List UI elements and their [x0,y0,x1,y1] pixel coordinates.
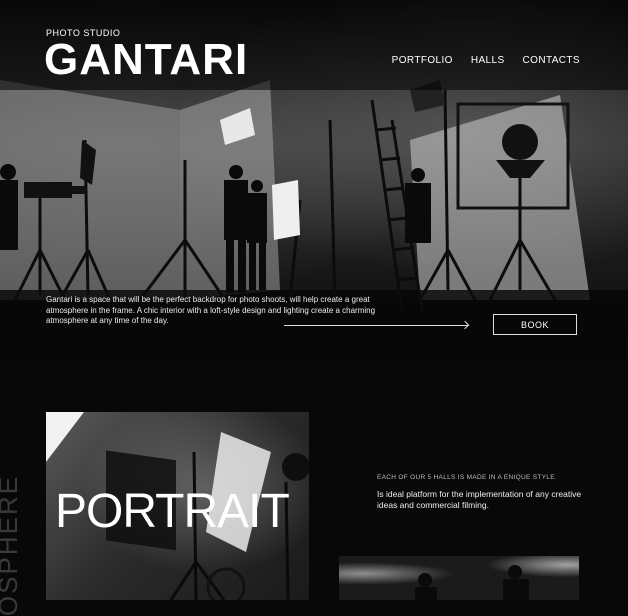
hero-photo: PHOTO STUDIO GANTARI PORTFOLIO HALLS CON… [0,0,628,362]
hall-preview-illustration [415,565,529,600]
nav-item-portfolio[interactable]: PORTFOLIO [392,55,453,66]
book-button[interactable]: BOOK [493,314,577,335]
hero-intro-text: Gantari is a space that will be the perf… [46,295,376,325]
vertical-side-text: OSPHERE [0,474,24,616]
main-nav: PORTFOLIO HALLS CONTACTS [392,55,580,66]
arrow-line-decor [284,325,468,326]
hall-preview-photo[interactable] [339,556,579,600]
portrait-hall-title: PORTRAIT [55,485,290,538]
nav-item-halls[interactable]: HALLS [471,55,505,66]
halls-caption: EACH OF OUR 5 HALLS IS MADE IN A ENIQUE … [377,474,557,481]
halls-description: Is ideal platform for the implementation… [377,489,582,510]
nav-item-contacts[interactable]: CONTACTS [523,55,580,66]
brand-logo[interactable]: GANTARI [44,34,248,86]
